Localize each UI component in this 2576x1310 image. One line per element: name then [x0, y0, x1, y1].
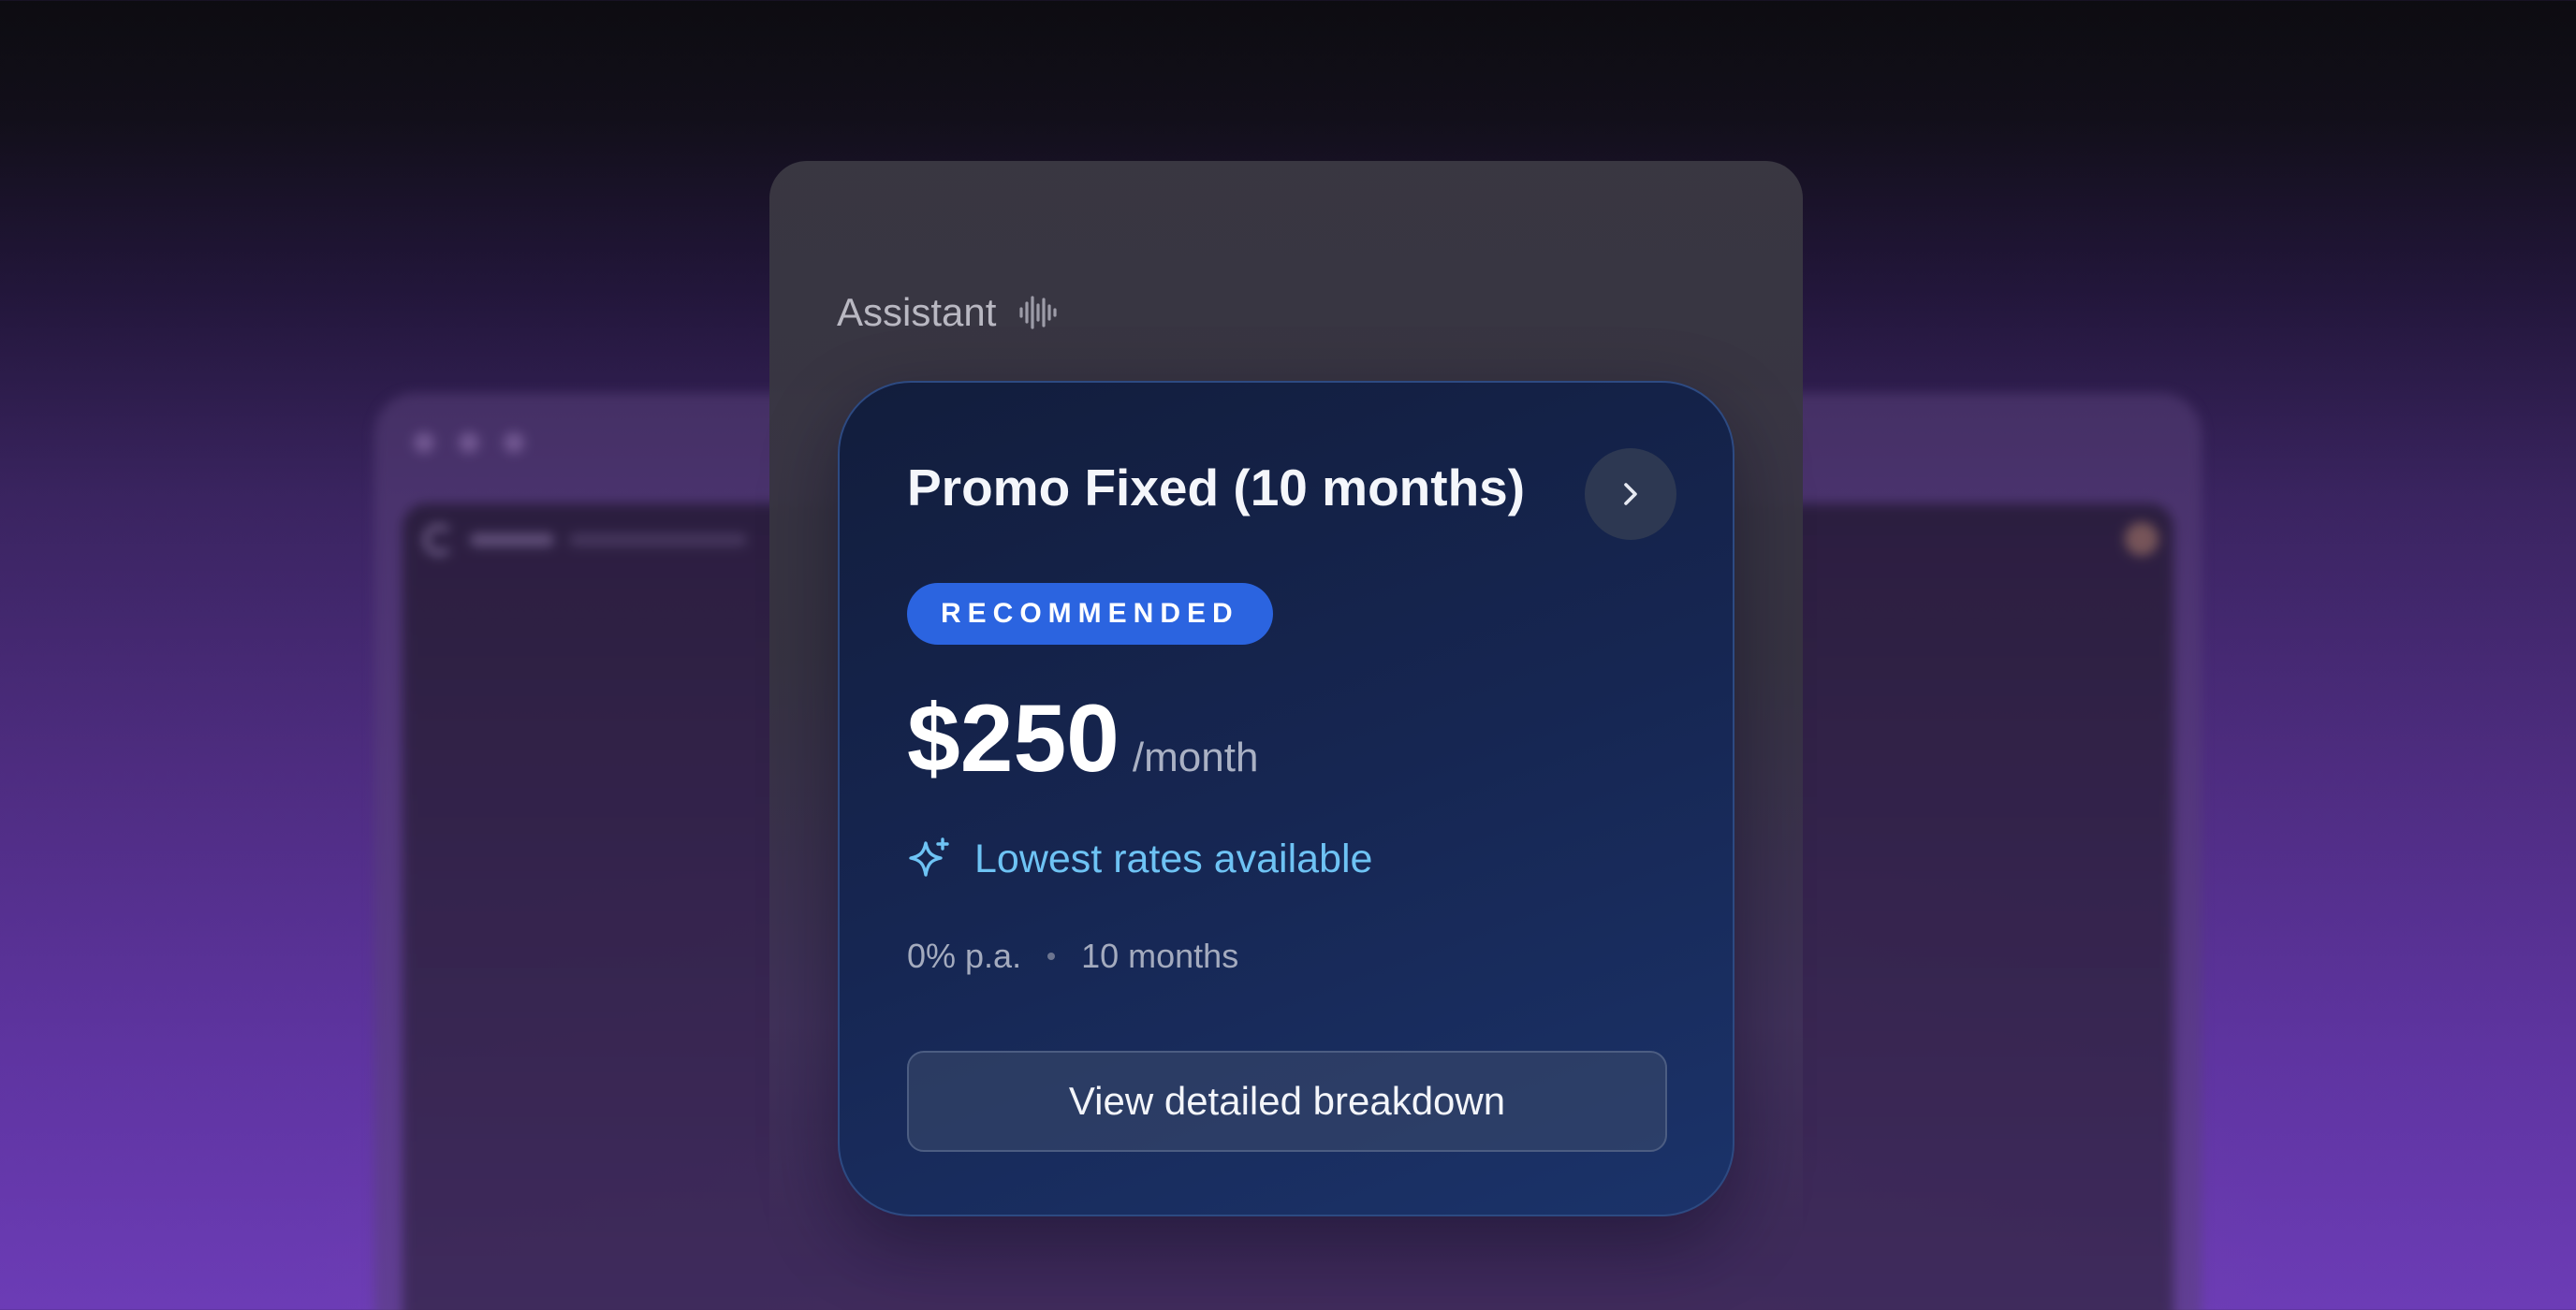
feature-highlight: Lowest rates available: [907, 836, 1372, 882]
window-dot-icon: [459, 432, 479, 453]
chevron-right-icon: [1624, 483, 1637, 505]
avatar: [2125, 522, 2159, 556]
view-breakdown-button[interactable]: View detailed breakdown: [907, 1051, 1667, 1152]
price-period: /month: [1132, 735, 1259, 780]
sparkles-icon: [909, 837, 949, 877]
blurred-app-subtitle: [569, 533, 747, 546]
plan-meta: 0% p.a. 10 months: [907, 937, 1238, 976]
loan-term: 10 months: [1081, 937, 1239, 975]
window-dot-icon: [504, 432, 524, 453]
app-logo-icon: [423, 524, 455, 556]
plan-details-button[interactable]: [1585, 448, 1676, 540]
separator-dot: [1047, 953, 1056, 960]
blurred-app-name: [470, 533, 554, 546]
assistant-label: Assistant: [837, 290, 997, 334]
plan-title: Promo Fixed (10 months): [907, 458, 1526, 517]
price-row: $250 /month: [907, 684, 1258, 793]
recommended-badge: RECOMMENDED: [907, 583, 1273, 645]
feature-text: Lowest rates available: [974, 836, 1373, 881]
plan-card[interactable]: Promo Fixed (10 months) RECOMMENDED $250…: [838, 381, 1734, 1216]
audio-wave-icon[interactable]: [1018, 294, 1058, 331]
window-dot-icon: [414, 432, 434, 453]
assistant-header: Assistant: [837, 290, 1058, 335]
interest-rate: 0% p.a.: [907, 937, 1022, 975]
monthly-price: $250: [907, 685, 1120, 792]
